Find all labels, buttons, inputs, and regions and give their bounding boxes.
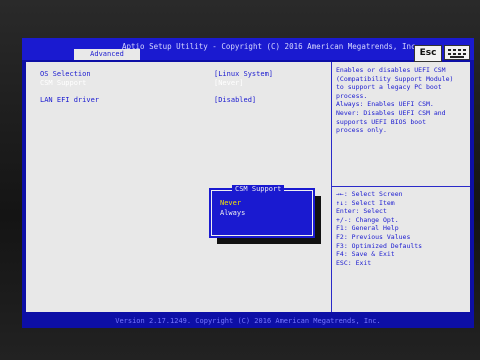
main-area: OS Selection [Linux System] CSM Support … <box>26 62 470 312</box>
version-footer: Version 2.17.1249. Copyright (C) 2016 Am… <box>115 317 381 325</box>
setting-label-selected: CSM Support <box>40 79 87 87</box>
setting-value-selected[interactable]: [Never] <box>214 79 244 87</box>
csm-support-popup: CSM Support Never Always <box>209 185 315 238</box>
setting-label: LAN EFI driver <box>40 96 100 104</box>
popup-option-never[interactable]: Never <box>220 199 241 207</box>
setting-label: OS Selection <box>40 70 91 78</box>
setting-row-csm-support[interactable]: CSM Support <box>40 79 86 87</box>
help-divider <box>332 186 470 187</box>
popup-title: CSM Support <box>232 185 285 193</box>
setting-value[interactable]: [Disabled] <box>214 96 256 104</box>
tab-advanced[interactable]: Advanced <box>74 49 140 60</box>
setting-row-os-selection[interactable]: OS Selection <box>40 70 91 78</box>
help-text: Enables or disables UEFI CSM (Compatibil… <box>336 66 454 135</box>
setting-row-lan-efi[interactable]: LAN EFI driver <box>40 96 99 104</box>
bios-screen: Aptio Setup Utility - Copyright (C) 2016… <box>22 38 474 328</box>
keyboard-icon[interactable] <box>444 45 470 60</box>
esc-button[interactable]: Esc <box>414 45 442 62</box>
setting-value[interactable]: [Linux System] <box>214 70 273 78</box>
popup-option-always[interactable]: Always <box>220 209 245 217</box>
key-legend: →←: Select Screen ↑↓: Select Item Enter:… <box>336 190 423 267</box>
title-bar: Aptio Setup Utility - Copyright (C) 2016… <box>22 38 474 62</box>
help-pane: Enables or disables UEFI CSM (Compatibil… <box>332 62 470 312</box>
window-title: Aptio Setup Utility - Copyright (C) 2016… <box>122 42 421 51</box>
settings-pane: OS Selection [Linux System] CSM Support … <box>26 62 332 312</box>
